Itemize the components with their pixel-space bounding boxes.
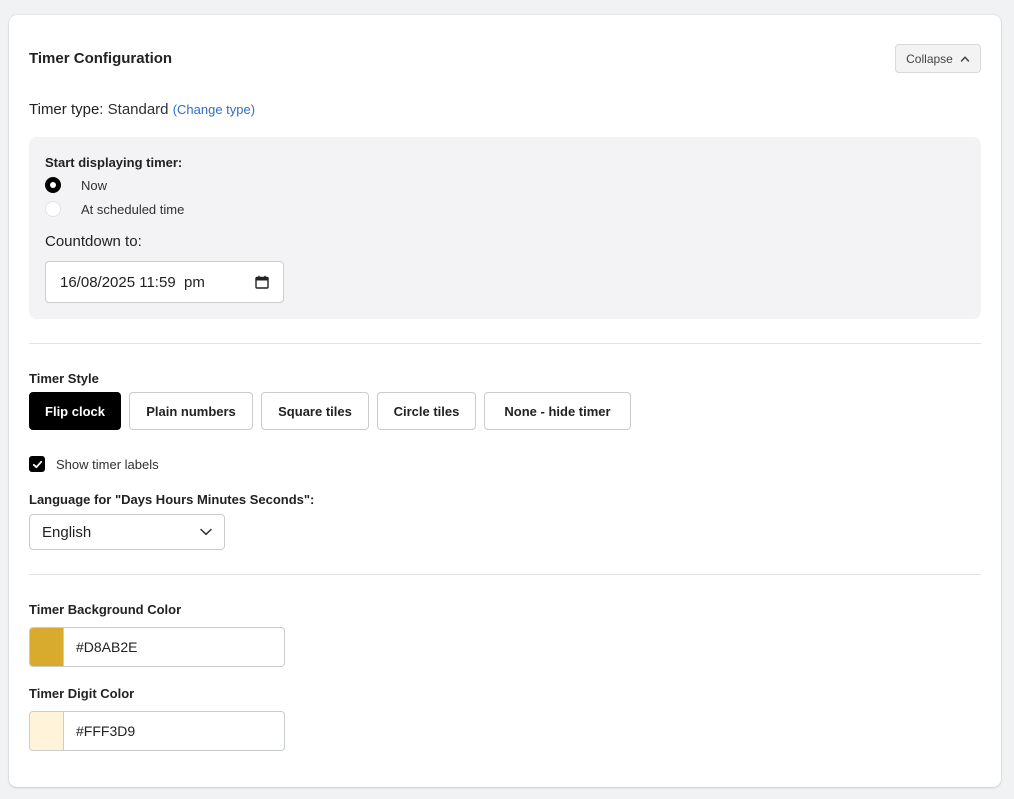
timer-type-label: Timer type:	[29, 101, 104, 118]
timer-type-value: Standard	[107, 101, 169, 118]
timer-digit-color-input: #FFF3D9	[29, 711, 285, 751]
countdown-label: Countdown to:	[45, 233, 142, 250]
calendar-icon[interactable]	[255, 275, 269, 289]
radio-scheduled-label: At scheduled time	[81, 201, 185, 217]
timer-background-color-label: Timer Background Color	[29, 602, 182, 617]
timer-style-options: Flip clock Plain numbers Square tiles Ci…	[29, 392, 631, 430]
change-type-link[interactable]: (Change type)	[173, 102, 255, 117]
style-circle-tiles-button[interactable]: Circle tiles	[377, 392, 476, 430]
style-square-tiles-button[interactable]: Square tiles	[261, 392, 369, 430]
background-color-swatch[interactable]	[30, 628, 64, 666]
background-color-hex-field[interactable]: #D8AB2E	[64, 628, 284, 666]
countdown-datetime-input[interactable]: 16/08/2025 11:59 pm	[45, 261, 284, 303]
countdown-datetime-value: 16/08/2025 11:59 pm	[60, 273, 205, 291]
card-title: Timer Configuration	[29, 50, 173, 67]
timer-style-label: Timer Style	[29, 371, 99, 386]
digit-color-hex-field[interactable]: #FFF3D9	[64, 712, 284, 750]
show-timer-labels-checkbox[interactable]	[29, 456, 45, 472]
radio-scheduled[interactable]	[45, 201, 61, 217]
divider	[29, 343, 981, 344]
timer-type-row: Timer type: Standard (Change type)	[29, 101, 255, 118]
language-select-value: English	[42, 523, 92, 541]
schedule-panel: Start displaying timer: Now At scheduled…	[29, 137, 981, 319]
collapse-button[interactable]: Collapse	[895, 44, 981, 73]
chevron-down-icon	[200, 528, 212, 536]
radio-now[interactable]	[45, 177, 61, 193]
style-none-hide-timer-button[interactable]: None - hide timer	[484, 392, 631, 430]
timer-background-color-input: #D8AB2E	[29, 627, 285, 667]
collapse-label: Collapse	[906, 51, 953, 66]
language-select[interactable]: English	[29, 514, 225, 550]
checkmark-icon	[32, 460, 42, 468]
style-flip-clock-button[interactable]: Flip clock	[29, 392, 121, 430]
show-timer-labels-label: Show timer labels	[56, 456, 159, 472]
radio-now-label: Now	[81, 177, 108, 193]
chevron-up-icon	[960, 55, 970, 62]
divider	[29, 574, 981, 575]
start-displaying-label: Start displaying timer:	[45, 155, 183, 170]
timer-digit-color-label: Timer Digit Color	[29, 686, 135, 701]
timer-configuration-card: Timer Configuration Collapse Timer type:…	[9, 15, 1001, 787]
show-timer-labels-row[interactable]: Show timer labels	[29, 456, 159, 472]
radio-now-row[interactable]: Now	[45, 177, 107, 193]
style-plain-numbers-button[interactable]: Plain numbers	[129, 392, 253, 430]
digit-color-swatch[interactable]	[30, 712, 64, 750]
language-label: Language for "Days Hours Minutes Seconds…	[29, 492, 315, 507]
radio-scheduled-row[interactable]: At scheduled time	[45, 201, 184, 217]
